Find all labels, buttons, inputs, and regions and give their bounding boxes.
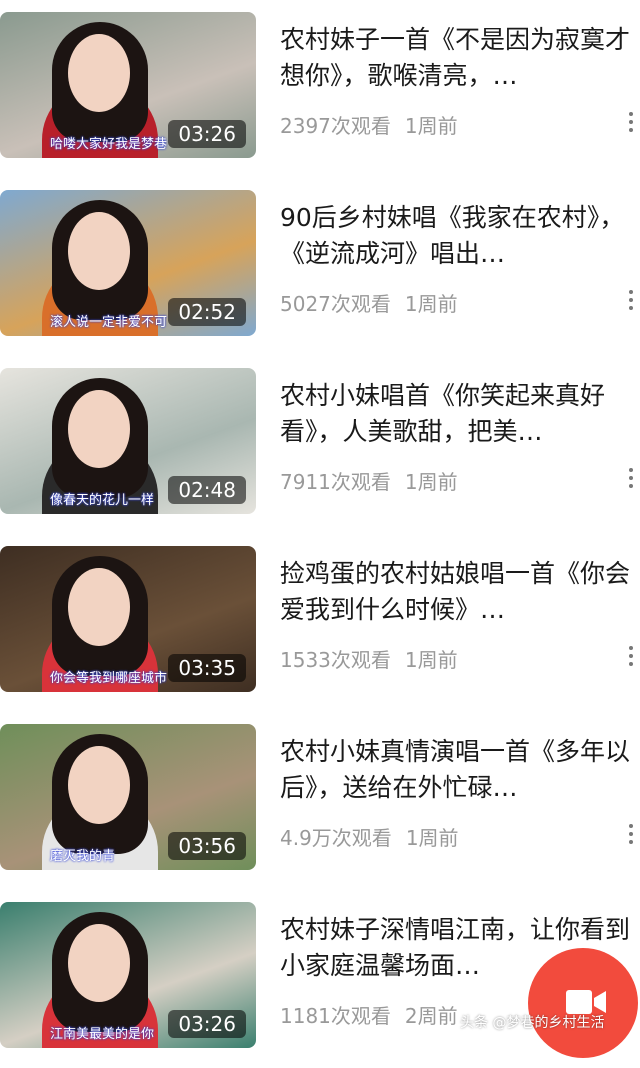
video-title[interactable]: 捡鸡蛋的农村姑娘唱一首《你会爱我到什么时候》… — [280, 556, 630, 628]
video-item[interactable]: 哈喽大家好我是梦巷 03:26 农村妹子一首《不是因为寂寞才想你》，歌喉清亮，…… — [0, 0, 640, 178]
view-count: 2397次观看 — [280, 114, 391, 138]
duration-badge: 02:48 — [168, 476, 246, 504]
video-meta: 4.9万次观看 1周前 — [280, 822, 473, 851]
thumbnail-caption: 磨灭我的青 — [50, 849, 116, 864]
thumbnail-caption: 滚人说一定非爱不可 — [50, 315, 168, 330]
thumbnail-face — [68, 34, 130, 112]
thumbnail-caption: 你会等我到哪座城市 — [50, 671, 168, 686]
view-count: 1533次观看 — [280, 648, 391, 672]
video-title[interactable]: 农村妹子一首《不是因为寂寞才想你》，歌喉清亮，… — [280, 22, 630, 94]
upload-age: 2周前 — [404, 1004, 458, 1028]
video-title[interactable]: 农村小妹唱首《你笑起来真好看》，人美歌甜，把美… — [280, 378, 630, 450]
video-meta: 7911次观看 1周前 — [280, 466, 472, 495]
view-count: 1181次观看 — [280, 1004, 391, 1028]
video-meta: 1181次观看 2周前 — [280, 1000, 472, 1029]
video-thumbnail[interactable]: 你会等我到哪座城市 03:35 — [0, 546, 256, 692]
duration-badge: 03:35 — [168, 654, 246, 682]
video-item[interactable]: 磨灭我的青 03:56 农村小妹真情演唱一首《多年以后》，送给在外忙碌… 4.9… — [0, 712, 640, 890]
thumbnail-face — [68, 746, 130, 824]
duration-badge: 03:26 — [168, 120, 246, 148]
video-thumbnail[interactable]: 哈喽大家好我是梦巷 03:26 — [0, 12, 256, 158]
upload-age: 1周前 — [404, 648, 458, 672]
video-thumbnail[interactable]: 江南美最美的是你 03:26 — [0, 902, 256, 1048]
video-title[interactable]: 90后乡村妹唱《我家在农村》，《逆流成河》唱出… — [280, 200, 630, 272]
upload-age: 1周前 — [404, 114, 458, 138]
video-meta: 1533次观看 1周前 — [280, 644, 472, 673]
thumbnail-face — [68, 212, 130, 290]
video-thumbnail[interactable]: 磨灭我的青 03:56 — [0, 724, 256, 870]
more-options-icon[interactable] — [628, 468, 634, 490]
video-item[interactable]: 滚人说一定非爱不可 02:52 90后乡村妹唱《我家在农村》，《逆流成河》唱出…… — [0, 178, 640, 356]
video-title[interactable]: 农村小妹真情演唱一首《多年以后》，送给在外忙碌… — [280, 734, 630, 806]
video-thumbnail[interactable]: 滚人说一定非爱不可 02:52 — [0, 190, 256, 336]
more-options-icon[interactable] — [628, 290, 634, 312]
upload-age: 1周前 — [404, 470, 458, 494]
more-options-icon[interactable] — [628, 824, 634, 846]
video-item[interactable]: 像春天的花儿一样 02:48 农村小妹唱首《你笑起来真好看》，人美歌甜，把美… … — [0, 356, 640, 534]
upload-age: 1周前 — [404, 292, 458, 316]
duration-badge: 03:26 — [168, 1010, 246, 1038]
upload-age: 1周前 — [405, 826, 459, 850]
thumbnail-caption: 哈喽大家好我是梦巷 — [50, 137, 168, 152]
watermark: 头条 @梦巷的乡村生活 — [460, 1015, 605, 1031]
video-meta: 2397次观看 1周前 — [280, 110, 472, 139]
view-count: 5027次观看 — [280, 292, 391, 316]
video-item[interactable]: 你会等我到哪座城市 03:35 捡鸡蛋的农村姑娘唱一首《你会爱我到什么时候》… … — [0, 534, 640, 712]
thumbnail-face — [68, 568, 130, 646]
record-video-button[interactable] — [528, 948, 638, 1058]
thumbnail-caption: 像春天的花儿一样 — [50, 493, 155, 508]
video-list: 哈喽大家好我是梦巷 03:26 农村妹子一首《不是因为寂寞才想你》，歌喉清亮，…… — [0, 0, 640, 1068]
more-options-icon[interactable] — [628, 112, 634, 134]
thumbnail-face — [68, 924, 130, 1002]
video-thumbnail[interactable]: 像春天的花儿一样 02:48 — [0, 368, 256, 514]
duration-badge: 02:52 — [168, 298, 246, 326]
duration-badge: 03:56 — [168, 832, 246, 860]
video-meta: 5027次观看 1周前 — [280, 288, 472, 317]
thumbnail-caption: 江南美最美的是你 — [50, 1027, 155, 1042]
more-options-icon[interactable] — [628, 646, 634, 668]
view-count: 7911次观看 — [280, 470, 391, 494]
view-count: 4.9万次观看 — [280, 826, 392, 850]
thumbnail-face — [68, 390, 130, 468]
